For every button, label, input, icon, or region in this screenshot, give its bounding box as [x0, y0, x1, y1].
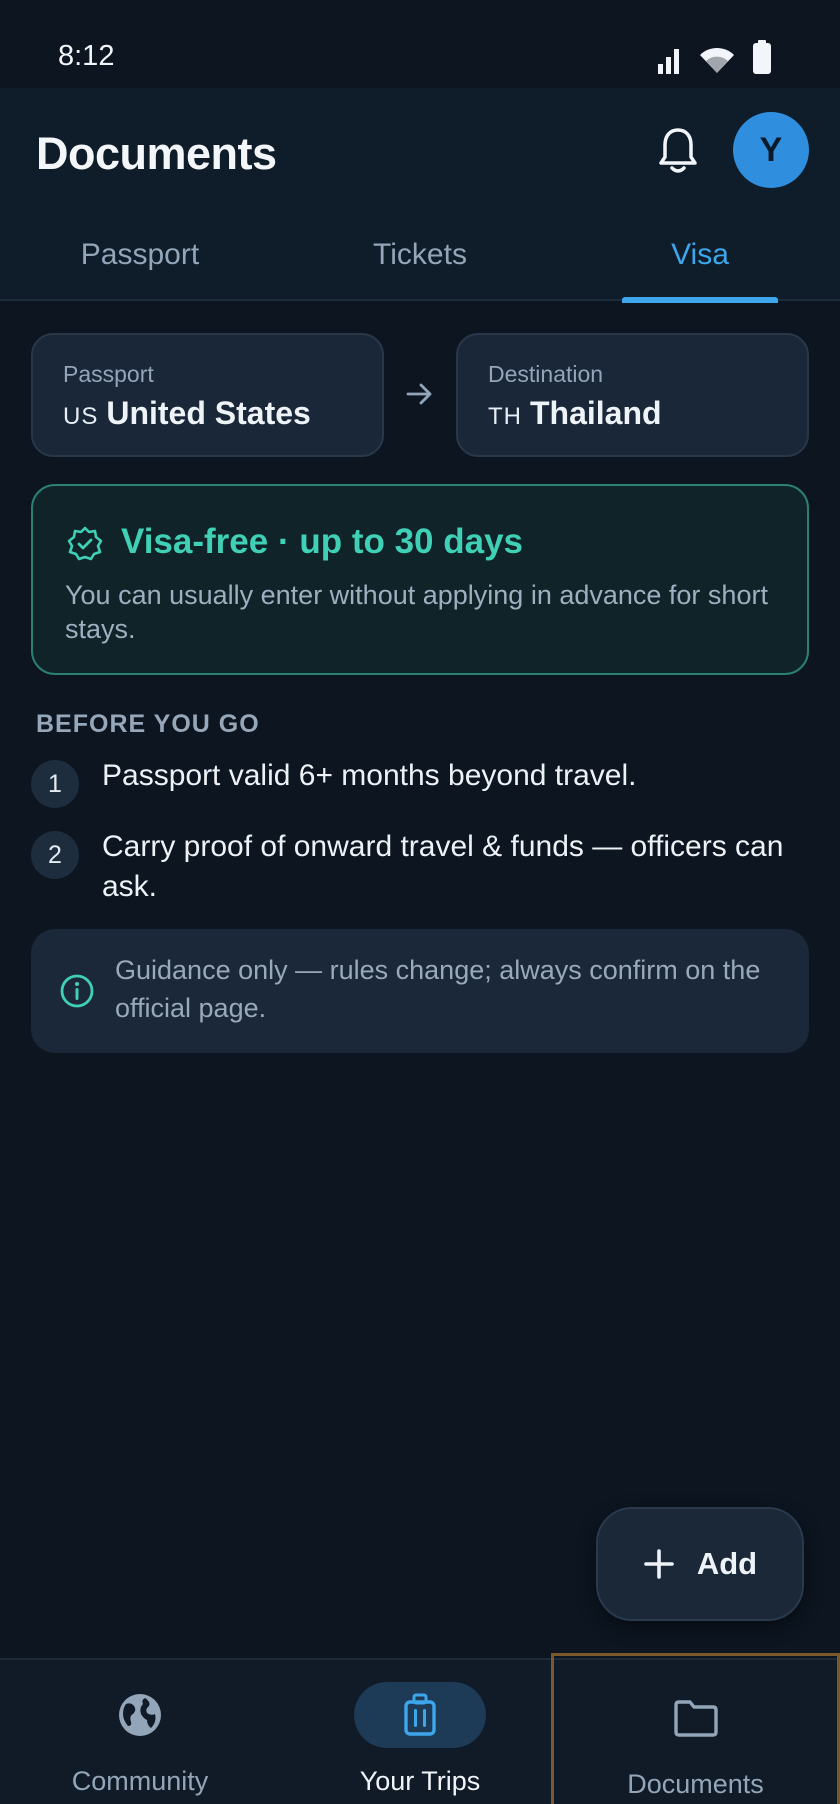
section-heading: BEFORE YOU GO: [36, 710, 260, 738]
status-icons: [656, 40, 772, 74]
nav-label-community: Community: [71, 1766, 209, 1796]
tab-tickets[interactable]: Tickets: [280, 216, 560, 301]
info-icon: [60, 974, 94, 1008]
nav-label-documents: Documents: [627, 1769, 764, 1799]
visa-status-description: You can usually enter without applying i…: [65, 580, 768, 644]
visa-status-headline: Visa-free · up to 30 days: [121, 522, 524, 561]
nav-item-your-trips[interactable]: Your Trips: [280, 1660, 560, 1804]
passport-country-code: US: [63, 403, 99, 430]
add-button-label: Add: [696, 1546, 758, 1581]
step-text: Carry proof of onward travel & funds — o…: [102, 830, 784, 903]
passport-country-name: United States: [106, 395, 311, 431]
page-title: Documents: [36, 128, 277, 179]
battery-icon: [753, 40, 771, 74]
app-header: Documents Y Passport Tickets Visa: [0, 88, 840, 303]
passport-country: US United States: [63, 395, 311, 432]
destination-country: TH Thailand: [488, 395, 662, 432]
step-number: 2: [31, 831, 79, 879]
verified-badge-icon: [67, 526, 103, 561]
avatar-initial: Y: [759, 130, 783, 169]
nav-label-your-trips: Your Trips: [359, 1766, 481, 1796]
destination-country-name: Thailand: [530, 395, 662, 431]
tab-passport[interactable]: Passport: [0, 216, 280, 301]
plus-icon: [644, 1549, 674, 1579]
tab-visa[interactable]: Visa: [560, 216, 840, 303]
guidance-notice-text: Guidance only — rules change; always con…: [115, 955, 761, 1023]
destination-label: Destination: [488, 361, 604, 387]
globe-icon: [119, 1694, 161, 1736]
passport-country-selector[interactable]: Passport US United States: [31, 333, 384, 457]
bottom-navigation: Community Your Trips Documents: [0, 1653, 840, 1804]
step-number: 1: [31, 760, 79, 808]
avatar[interactable]: Y: [733, 112, 809, 188]
destination-country-code: TH: [488, 403, 522, 430]
luggage-icon: [404, 1693, 436, 1736]
folder-icon: [673, 1700, 718, 1737]
arrow-right-icon: [406, 383, 432, 405]
add-button[interactable]: Add: [596, 1507, 804, 1621]
status-bar: 8:12: [0, 0, 840, 88]
nav-item-community[interactable]: Community: [0, 1660, 280, 1804]
step-text: Passport valid 6+ months beyond travel.: [102, 759, 637, 792]
passport-label: Passport: [63, 361, 154, 387]
tab-bar: Passport Tickets Visa: [0, 216, 840, 303]
wifi-icon: [700, 47, 734, 73]
signal-icon: [658, 49, 679, 74]
destination-country-selector[interactable]: Destination TH Thailand: [456, 333, 809, 457]
status-time: 8:12: [58, 40, 115, 72]
nav-item-documents[interactable]: Documents: [551, 1653, 840, 1804]
notification-bell-icon[interactable]: [656, 126, 700, 176]
guidance-notice: Guidance only — rules change; always con…: [31, 929, 809, 1053]
visa-status-card: Visa-free · up to 30 days You can usuall…: [31, 484, 809, 675]
